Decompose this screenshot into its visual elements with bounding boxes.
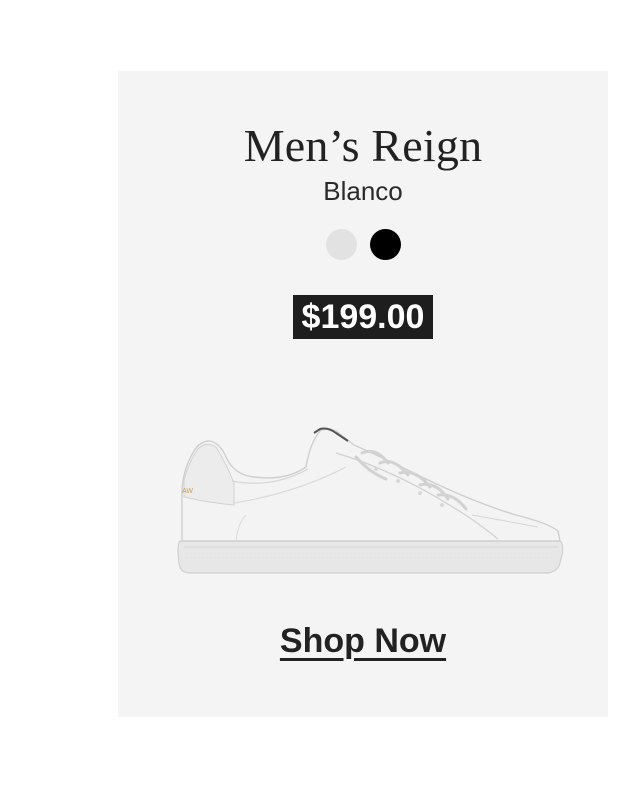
sneaker-image[interactable]: AW	[176, 423, 566, 583]
product-card: Men’s Reign Blanco $199.00 AW Shop Now	[118, 71, 608, 717]
cta-container: Shop Now	[118, 619, 608, 663]
price-container: $199.00	[118, 295, 608, 339]
email-product-block: Men’s Reign Blanco $199.00 AW Shop Now	[0, 0, 637, 786]
product-color-name: Blanco	[323, 176, 403, 206]
product-title: Men’s Reign	[243, 120, 483, 171]
product-price: $199.00	[292, 295, 434, 339]
swatch-black[interactable]	[369, 229, 401, 260]
swatch-white[interactable]	[325, 229, 357, 260]
color-swatches	[118, 229, 608, 260]
shop-now-link[interactable]: Shop Now	[280, 622, 446, 660]
svg-text:AW: AW	[182, 488, 193, 495]
